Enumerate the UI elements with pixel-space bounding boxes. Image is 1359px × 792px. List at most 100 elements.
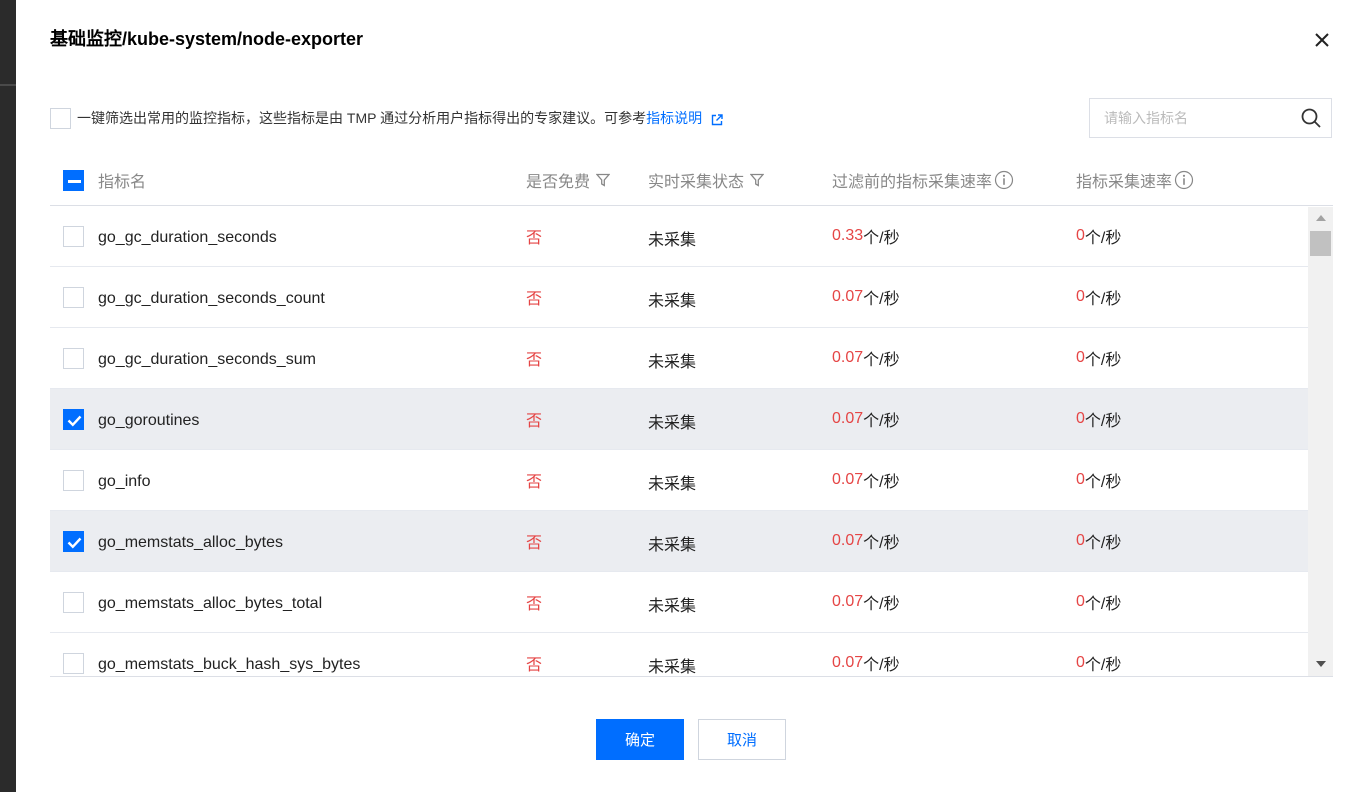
rate-number: 0	[1076, 227, 1085, 244]
external-link-icon[interactable]	[711, 113, 723, 126]
metric-name: go_memstats_buck_hash_sys_bytes	[98, 656, 361, 673]
collect-status: 未采集	[648, 476, 697, 493]
table-row[interactable]: go_gc_duration_seconds 否 未采集 0.33 个/秒 0 个/秒	[50, 207, 1308, 267]
row-checkbox-cell	[63, 450, 84, 510]
collect-status: 未采集	[648, 415, 697, 432]
metric-name: go_gc_duration_seconds	[98, 229, 277, 246]
search-input[interactable]	[1090, 99, 1300, 137]
common-metrics-checkbox[interactable]	[50, 107, 71, 129]
collect-status: 未采集	[648, 537, 697, 554]
rate-before-number: 0.07	[832, 288, 864, 305]
row-checkbox-cell	[63, 207, 84, 266]
rate-value: 0 个/秒	[1076, 267, 1121, 327]
row-checkbox[interactable]	[63, 591, 84, 613]
close-icon	[1315, 33, 1329, 47]
rate-unit: 个/秒	[863, 230, 900, 247]
row-checkbox[interactable]	[63, 286, 84, 308]
row-checkbox[interactable]	[63, 530, 84, 552]
rate-value: 0 个/秒	[1076, 633, 1122, 676]
free-value: 否	[526, 230, 543, 247]
table-row[interactable]: go_goroutines 否未采集 0.07 个/秒 0 个/秒	[50, 389, 1308, 450]
metrics-dialog: 基础监控/kube-system/node-exporter 一键筛选出常用的监…	[16, 0, 1359, 792]
column-name: 指标名	[98, 174, 147, 191]
rate-value: 0 个/秒	[1076, 450, 1121, 510]
confirm-button[interactable]: 确定	[596, 719, 684, 760]
rate-value: 0 个/秒	[1076, 572, 1121, 632]
rate-number: 0	[1076, 288, 1085, 305]
row-checkbox[interactable]	[63, 408, 84, 430]
table-scrollbar[interactable]	[1308, 207, 1333, 676]
metric-name: go_gc_duration_seconds_count	[98, 290, 325, 307]
rate-unit: 个/秒	[1084, 352, 1122, 369]
rate-unit: 个/秒	[863, 352, 900, 369]
select-all-cell	[63, 155, 84, 205]
rate-number: 0	[1076, 471, 1085, 488]
filter-funnel-icon[interactable]	[596, 173, 611, 187]
collect-status: 未采集	[648, 232, 697, 249]
rate-unit: 个/秒	[1084, 291, 1122, 308]
row-checkbox[interactable]	[63, 225, 84, 247]
column-rate: 指标采集速率	[1076, 155, 1194, 205]
metric-docs-link[interactable]: 指标说明	[646, 108, 702, 128]
filter-description: 一键筛选出常用的监控指标，这些指标是由 TMP 通过分析用户指标得出的专家建议。…	[77, 110, 647, 126]
rate-before-number: 0.07	[832, 654, 864, 671]
free-value: 否	[526, 596, 543, 613]
scrollbar-thumb[interactable]	[1310, 231, 1331, 256]
select-all-checkbox[interactable]	[63, 169, 84, 191]
collect-status: 未采集	[648, 659, 697, 676]
rate-number: 0	[1076, 532, 1085, 549]
rate-before-value: 0.07 个/秒	[832, 389, 900, 449]
collect-status: 未采集	[648, 354, 697, 371]
rate-before-value: 0.07 个/秒	[832, 572, 900, 632]
row-checkbox[interactable]	[63, 652, 84, 674]
column-status-label: 实时采集状态	[648, 174, 745, 191]
rate-before-number: 0.07	[832, 410, 864, 427]
table-row[interactable]: go_gc_duration_seconds_count 否未采集 0.07 个/秒 0…	[50, 267, 1308, 328]
row-checkbox[interactable]	[63, 469, 84, 491]
column-free[interactable]: 是否免费	[526, 155, 611, 205]
row-checkbox-cell	[63, 511, 84, 571]
table-row[interactable]: go_memstats_alloc_bytes 否未采集 0.07 个/秒 0 个/秒	[50, 511, 1308, 572]
cancel-button[interactable]: 取消	[698, 719, 786, 760]
table-row[interactable]: go_info 否未采集 0.07 个/秒 0 个/秒	[50, 450, 1308, 511]
rate-before-number: 0.07	[832, 349, 864, 366]
metric-name: go_memstats_alloc_bytes_total	[98, 595, 323, 612]
rate-before-value: 0.33 个/秒	[832, 207, 900, 266]
collect-status: 未采集	[648, 598, 697, 615]
table-row[interactable]: go_memstats_buck_hash_sys_bytes 否未采集 0.07 个…	[50, 633, 1308, 676]
close-button[interactable]	[1312, 30, 1332, 50]
scroll-up-arrow-icon[interactable]	[1316, 215, 1326, 221]
info-icon[interactable]	[1174, 170, 1194, 190]
table-header: 指标名 是否免费 实时采集状态 过滤前的指标采集速率 指标采集速率	[50, 155, 1333, 206]
row-checkbox-cell	[63, 572, 84, 632]
rate-unit: 个/秒	[1084, 535, 1122, 552]
backdrop-divider	[0, 84, 16, 86]
rate-unit: 个/秒	[1084, 657, 1122, 674]
metric-name: go_info	[98, 473, 151, 490]
rate-before-number: 0.33	[832, 227, 864, 244]
metric-name: go_goroutines	[98, 412, 200, 429]
rate-unit: 个/秒	[863, 535, 900, 552]
common-metrics-filter: 一键筛选出常用的监控指标，这些指标是由 TMP 通过分析用户指标得出的专家建议。…	[50, 106, 723, 130]
rate-before-value: 0.07 个/秒	[832, 328, 900, 388]
rate-before-value: 0.07 个/秒	[832, 511, 900, 571]
filter-funnel-icon[interactable]	[750, 173, 765, 187]
column-status[interactable]: 实时采集状态	[648, 155, 765, 205]
scroll-down-arrow-icon[interactable]	[1316, 661, 1326, 667]
rate-number: 0	[1076, 654, 1085, 671]
info-icon[interactable]	[994, 170, 1014, 190]
rate-value: 0 个/秒	[1076, 389, 1121, 449]
rate-unit: 个/秒	[863, 474, 900, 491]
table-row[interactable]: go_memstats_alloc_bytes_total 否 未采集 0.07 个/秒…	[50, 572, 1308, 633]
free-value: 否	[526, 474, 543, 491]
rate-number: 0	[1076, 593, 1085, 610]
search-icon[interactable]	[1300, 107, 1322, 129]
rate-unit: 个/秒	[863, 657, 900, 674]
rate-unit: 个/秒	[863, 291, 900, 308]
column-rate-label: 指标采集速率	[1076, 174, 1173, 191]
free-value: 否	[526, 352, 543, 369]
row-checkbox[interactable]	[63, 347, 84, 369]
table-row[interactable]: go_gc_duration_seconds_sum 否未采集 0.07 个/秒 0 个/…	[50, 328, 1308, 389]
dialog-title: 基础监控/kube-system/node-exporter	[50, 29, 364, 49]
column-free-label: 是否免费	[526, 174, 591, 191]
